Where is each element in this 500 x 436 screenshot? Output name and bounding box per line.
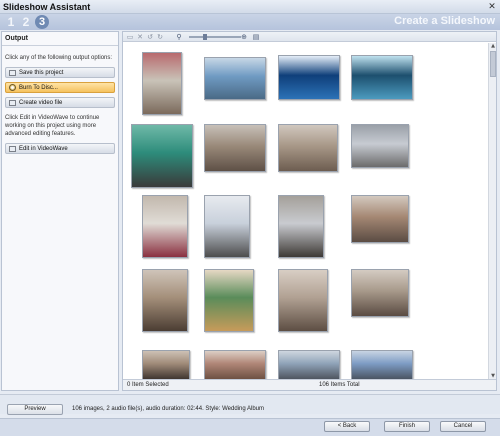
preview-button[interactable]: Preview <box>7 404 63 415</box>
output-heading: Output <box>2 32 118 46</box>
photo-thumbnail[interactable] <box>278 350 340 380</box>
gallery-toolbar: ▭ ✕ ↺ ↻ ⚲ ⊕ ▤ <box>123 32 496 42</box>
step-2[interactable]: 2 <box>20 15 32 29</box>
total-count: 106 Items Total <box>319 382 360 388</box>
save-icon <box>9 69 16 76</box>
photo-thumbnail[interactable] <box>142 52 182 115</box>
zoom-in-icon[interactable]: ⊕ <box>240 33 248 41</box>
view-mode-icon[interactable]: ▤ <box>252 33 260 41</box>
film-icon <box>9 99 16 106</box>
output-intro: Click any of the following output option… <box>5 55 113 61</box>
edit-in-videowave-label: Edit in VideoWave <box>19 145 68 152</box>
photo-thumbnail[interactable] <box>204 57 266 100</box>
window-title: Slideshow Assistant <box>3 2 91 12</box>
photo-thumbnail[interactable] <box>351 124 409 168</box>
cancel-button[interactable]: Cancel <box>440 421 486 432</box>
page-title: Create a Slideshow <box>394 15 495 27</box>
scroll-up-icon[interactable]: ▲ <box>489 43 497 50</box>
photo-thumbnail[interactable] <box>278 124 338 172</box>
rotate-left-icon[interactable]: ↺ <box>146 33 154 41</box>
photo-thumbnail[interactable] <box>142 195 188 258</box>
save-project-button[interactable]: Save this project <box>5 67 115 78</box>
photo-thumbnail[interactable] <box>278 55 340 100</box>
project-summary: 106 images, 2 audio file(s), audio durat… <box>72 406 265 412</box>
photo-thumbnail[interactable] <box>351 269 409 317</box>
photo-thumbnail[interactable] <box>204 195 250 258</box>
photo-thumbnail[interactable] <box>351 350 413 380</box>
photo-thumbnail[interactable] <box>131 124 193 188</box>
photo-thumbnail[interactable] <box>204 350 266 380</box>
photo-thumbnail[interactable] <box>204 124 266 172</box>
delete-icon[interactable]: ✕ <box>136 33 144 41</box>
photo-thumbnail[interactable] <box>142 350 190 380</box>
photo-thumbnail[interactable] <box>204 269 254 332</box>
photo-thumbnail[interactable] <box>278 195 324 258</box>
disc-icon <box>9 84 16 91</box>
gallery-status-bar: 0 Item Selected 106 Items Total <box>123 379 496 390</box>
wizard-header: 1 2 3 Create a Slideshow <box>0 14 500 30</box>
step-1[interactable]: 1 <box>5 15 17 29</box>
finish-button[interactable]: Finish <box>384 421 430 432</box>
output-panel: Output Click any of the following output… <box>1 31 119 391</box>
selected-count: 0 Item Selected <box>127 382 169 388</box>
title-bar: Slideshow Assistant ✕ <box>0 0 500 14</box>
photo-thumbnail[interactable] <box>278 269 328 332</box>
zoom-slider-thumb[interactable] <box>203 34 207 40</box>
create-video-button[interactable]: Create video file <box>5 97 115 108</box>
step-3[interactable]: 3 <box>35 15 49 29</box>
photo-thumbnail[interactable] <box>142 269 188 332</box>
photo-thumbnail[interactable] <box>351 195 409 243</box>
zoom-out-icon[interactable]: ⚲ <box>175 33 183 41</box>
close-icon[interactable]: ✕ <box>487 2 497 12</box>
burn-to-disc-button[interactable]: Burn To Disc... <box>5 82 115 93</box>
back-button[interactable]: < Back <box>324 421 370 432</box>
edit-icon <box>9 145 16 152</box>
burn-to-disc-label: Burn To Disc... <box>19 84 58 91</box>
slideshow-icon[interactable]: ▭ <box>126 33 134 41</box>
zoom-slider[interactable] <box>189 36 241 38</box>
vertical-scrollbar[interactable]: ▲ ▼ <box>488 43 496 380</box>
photo-thumbnail[interactable] <box>351 55 413 100</box>
media-gallery: ▭ ✕ ↺ ↻ ⚲ ⊕ ▤ ▲ ▼ 0 Item Selected 106 It… <box>122 31 497 391</box>
save-project-label: Save this project <box>19 69 64 76</box>
thumbnail-grid <box>123 43 488 380</box>
step-indicator: 1 2 3 <box>5 15 49 29</box>
rotate-right-icon[interactable]: ↻ <box>156 33 164 41</box>
edit-note: Click Edit in VideoWave to continue work… <box>5 115 100 137</box>
scrollbar-thumb[interactable] <box>490 51 496 77</box>
edit-in-videowave-button[interactable]: Edit in VideoWave <box>5 143 115 154</box>
create-video-label: Create video file <box>19 99 63 106</box>
